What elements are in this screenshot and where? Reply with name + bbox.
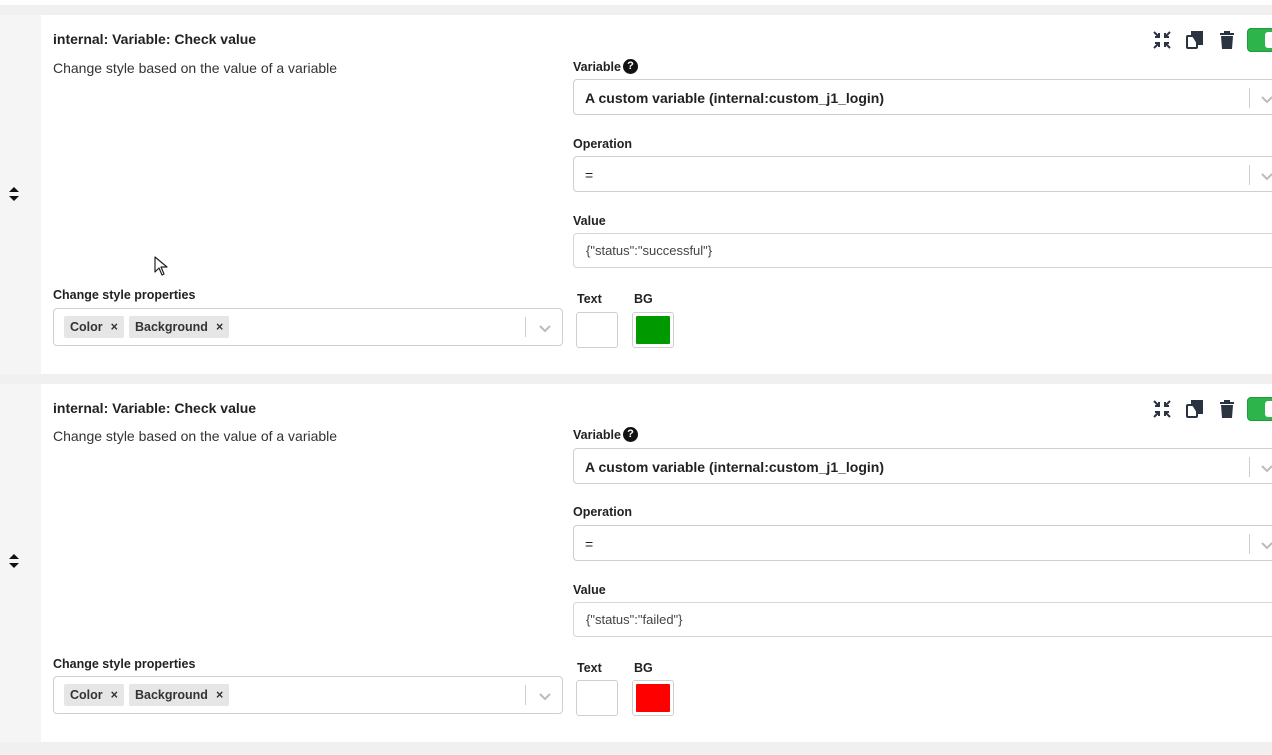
operation-select[interactable]: = xyxy=(573,525,1272,561)
toggle-knob xyxy=(1265,401,1272,417)
variable-select[interactable]: A custom variable (internal:custom_j1_lo… xyxy=(573,79,1272,115)
variable-label: Variable xyxy=(573,60,621,74)
text-color-swatch[interactable] xyxy=(576,680,618,716)
delete-icon[interactable] xyxy=(1215,397,1239,421)
chevron-down-icon[interactable] xyxy=(538,689,552,707)
delete-icon[interactable] xyxy=(1215,28,1239,52)
value-label: Value xyxy=(573,214,606,228)
drag-handle-column xyxy=(0,15,41,374)
select-separator xyxy=(525,317,526,337)
feedback-card-1: internal: Variable: Check value Change s… xyxy=(0,15,1272,374)
bg-color-label: BG xyxy=(634,661,653,675)
card-description: Change style based on the value of a var… xyxy=(53,428,338,444)
select-separator xyxy=(1249,534,1250,554)
style-properties-label: Change style properties xyxy=(53,288,196,302)
bg-color-fill xyxy=(636,316,670,344)
operation-select[interactable]: = xyxy=(573,156,1272,192)
enable-toggle[interactable] xyxy=(1247,28,1272,52)
drag-handle-column xyxy=(0,384,41,742)
operation-select-value: = xyxy=(585,536,594,552)
chevron-down-icon[interactable] xyxy=(1260,461,1272,479)
value-input[interactable]: {"status":"failed"} xyxy=(573,602,1272,637)
select-separator xyxy=(1249,165,1250,185)
operation-label: Operation xyxy=(573,505,633,519)
variable-select-value: A custom variable (internal:custom_j1_lo… xyxy=(585,459,884,475)
text-color-label: Text xyxy=(577,661,602,675)
select-separator xyxy=(1249,457,1250,477)
collapse-icon[interactable] xyxy=(1150,397,1174,421)
duplicate-icon[interactable] xyxy=(1183,397,1207,421)
collapse-icon[interactable] xyxy=(1150,28,1174,52)
bg-color-swatch[interactable] xyxy=(632,680,674,716)
variable-select-value: A custom variable (internal:custom_j1_lo… xyxy=(585,90,884,106)
style-properties-label: Change style properties xyxy=(53,657,196,671)
help-icon[interactable]: ? xyxy=(623,59,638,74)
tag-background: Background × xyxy=(129,684,230,706)
enable-toggle[interactable] xyxy=(1247,397,1272,421)
duplicate-icon[interactable] xyxy=(1183,28,1207,52)
tag-color: Color × xyxy=(64,316,124,338)
sort-handle-icon[interactable] xyxy=(8,186,20,202)
card-title: internal: Variable: Check value xyxy=(53,31,257,47)
sort-handle-icon[interactable] xyxy=(8,553,20,569)
text-color-label: Text xyxy=(577,292,602,306)
remove-tag-icon[interactable]: × xyxy=(111,684,118,706)
bg-color-label: BG xyxy=(634,292,653,306)
value-label: Value xyxy=(573,583,606,597)
text-color-swatch[interactable] xyxy=(576,312,618,348)
variable-label: Variable xyxy=(573,428,621,442)
style-properties-select[interactable]: Color × Background × xyxy=(53,308,563,346)
select-separator xyxy=(525,685,526,705)
tag-background: Background × xyxy=(129,316,230,338)
value-input[interactable]: {"status":"successful"} xyxy=(573,233,1272,268)
text-color-fill xyxy=(580,316,614,344)
bg-color-fill xyxy=(636,684,670,712)
remove-tag-icon[interactable]: × xyxy=(216,684,223,706)
mouse-cursor-icon xyxy=(154,256,168,281)
toggle-knob xyxy=(1265,32,1272,48)
remove-tag-icon[interactable]: × xyxy=(216,316,223,338)
card-title: internal: Variable: Check value xyxy=(53,400,257,416)
chevron-down-icon[interactable] xyxy=(1260,169,1272,187)
chevron-down-icon[interactable] xyxy=(1260,538,1272,556)
operation-select-value: = xyxy=(585,167,594,183)
help-icon[interactable]: ? xyxy=(623,427,638,442)
operation-label: Operation xyxy=(573,137,633,151)
text-color-fill xyxy=(580,684,614,712)
card-description: Change style based on the value of a var… xyxy=(53,60,338,76)
chevron-down-icon[interactable] xyxy=(1260,92,1272,110)
feedback-card-2: internal: Variable: Check value Change s… xyxy=(0,384,1272,742)
select-separator xyxy=(1249,88,1250,108)
bg-color-swatch[interactable] xyxy=(632,312,674,348)
chevron-down-icon[interactable] xyxy=(538,321,552,339)
style-properties-select[interactable]: Color × Background × xyxy=(53,676,563,714)
variable-select[interactable]: A custom variable (internal:custom_j1_lo… xyxy=(573,448,1272,484)
remove-tag-icon[interactable]: × xyxy=(111,316,118,338)
tag-color: Color × xyxy=(64,684,124,706)
top-strip xyxy=(0,0,1272,5)
